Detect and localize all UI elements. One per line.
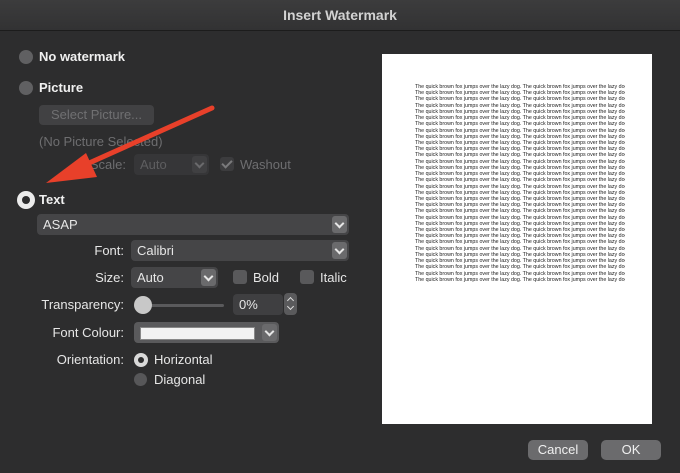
annotation-arrow-icon: [46, 105, 215, 183]
